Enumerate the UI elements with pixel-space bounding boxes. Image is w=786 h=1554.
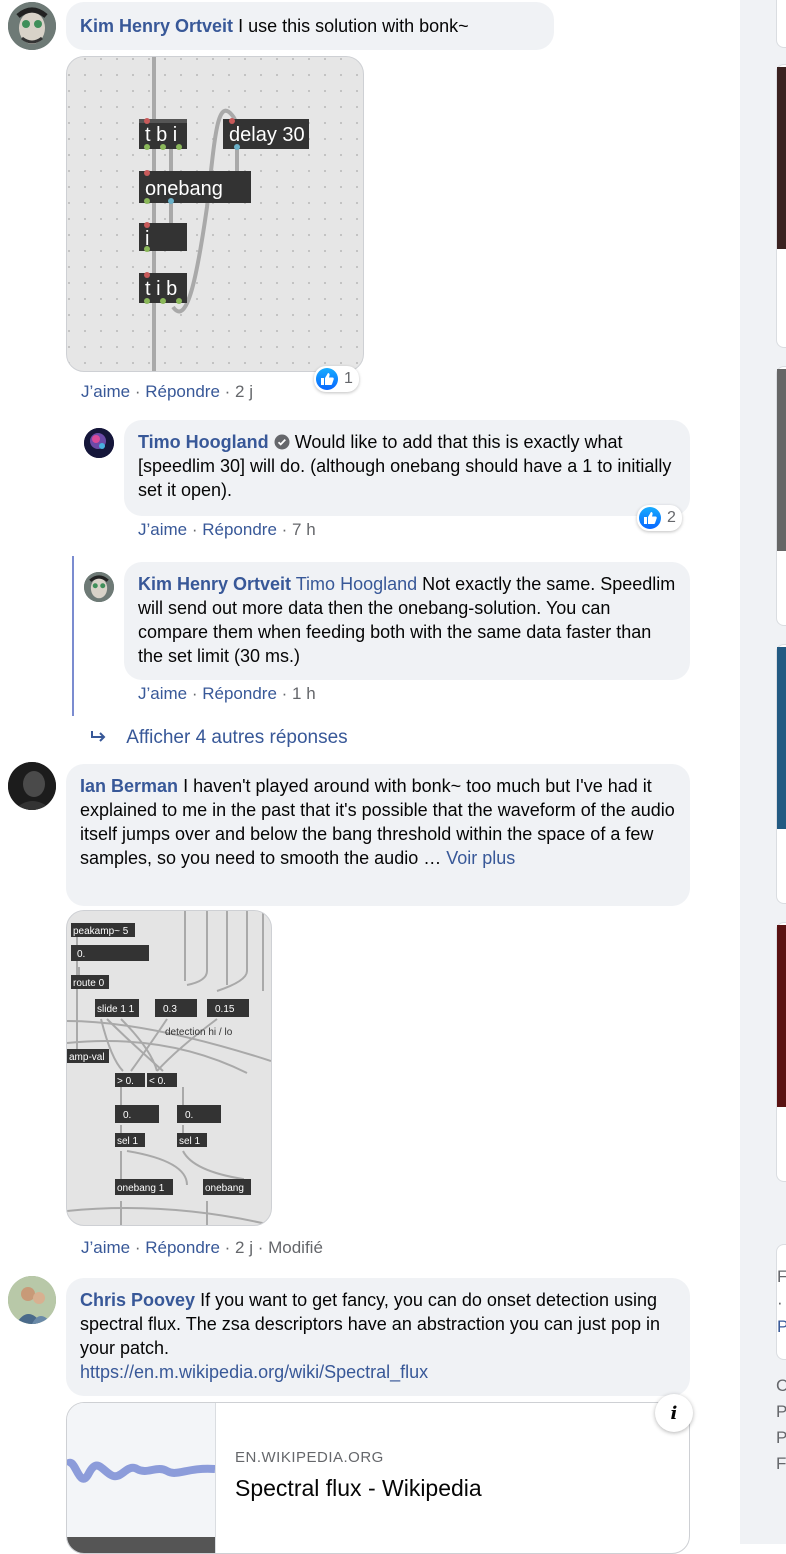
link-preview[interactable]: EN.WIKIPEDIA.ORG Spectral flux - Wikiped… [66, 1402, 690, 1554]
max-patch-image: peakamp~ 5 0. route 0 slide 1 1 0.3 0.15… [67, 911, 271, 1225]
comment-author[interactable]: Kim Henry Ortveit [138, 574, 291, 594]
patch-object: onebang [205, 1183, 244, 1194]
avatar[interactable] [84, 428, 114, 458]
comment-bubble: Ian Berman I haven't played around with … [66, 764, 690, 906]
patch-object: onebang 1 [117, 1183, 165, 1194]
link-thumbnail [67, 1403, 216, 1553]
patch-object: 0.3 [163, 1004, 177, 1015]
info-icon: i [671, 1403, 678, 1423]
patch-object: sel 1 [179, 1136, 201, 1147]
sidebar-snippet: F [776, 1454, 786, 1473]
comment-author[interactable]: Kim Henry Ortveit [80, 16, 233, 36]
mention-link[interactable]: Timo Hoogland [296, 574, 417, 594]
verified-badge-icon [274, 434, 290, 450]
max-patch-image: t b i delay 30 onebang i t i b [67, 57, 363, 371]
comment-author[interactable]: Ian Berman [80, 776, 178, 796]
avatar-face-icon [8, 2, 56, 50]
reply-link[interactable]: Répondre [202, 684, 277, 703]
avatar[interactable] [8, 762, 56, 810]
reaction-count[interactable]: 1 [314, 366, 359, 392]
comment-actions: J’aime · Répondre · 1 h [138, 684, 316, 703]
comment-bubble: Kim Henry Ortveit I use this solution wi… [66, 2, 554, 50]
reply-link[interactable]: Répondre [145, 1238, 220, 1257]
patch-object: t i b [145, 278, 177, 300]
avatar-face-icon [84, 428, 114, 458]
sidebar-snippet: · [777, 1293, 783, 1312]
comment-actions: J’aime · Répondre · 2 j [81, 382, 253, 401]
sidebar-snippet: F [777, 1267, 786, 1286]
patch-object: 0. [123, 1110, 131, 1121]
patch-object: amp-val [69, 1052, 105, 1063]
reply-link[interactable]: Répondre [145, 382, 220, 401]
reply-arrow-icon [91, 731, 106, 742]
comment-author[interactable]: Chris Poovey [80, 1290, 195, 1310]
sidebar-card[interactable] [776, 64, 786, 348]
comment-actions: J’aime · Répondre · 7 h [138, 520, 316, 539]
patch-object: peakamp~ 5 [73, 926, 129, 937]
link-domain: EN.WIKIPEDIA.ORG [235, 1449, 384, 1466]
like-link[interactable]: J’aime [138, 684, 187, 703]
patch-object: t b i [145, 124, 177, 146]
patch-comment: detection hi / lo [165, 1027, 233, 1038]
patch-object: 0. [185, 1110, 193, 1121]
patch-object: sel 1 [117, 1136, 139, 1147]
comment-text: I use this solution with bonk~ [238, 16, 469, 36]
svg-text:i: i [671, 1403, 678, 1423]
patch-object: route 0 [73, 978, 105, 989]
link-title[interactable]: Spectral flux - Wikipedia [235, 1475, 482, 1502]
sidebar-snippet: P [777, 1317, 786, 1336]
thumbs-up-icon [639, 507, 661, 529]
patch-object: > 0. [117, 1076, 134, 1087]
spectral-flux-thumbnail-icon [67, 1458, 216, 1553]
comment-author[interactable]: Timo Hoogland [138, 432, 269, 452]
more-replies-link[interactable]: Afficher 4 autres réponses [90, 727, 348, 749]
comment-image[interactable]: t b i delay 30 onebang i t i b [66, 56, 364, 372]
comment-bubble: Timo Hoogland Would like to add that thi… [124, 420, 690, 516]
patch-object: < 0. [149, 1076, 166, 1087]
sidebar-card[interactable] [776, 0, 786, 48]
thumbs-up-icon [316, 368, 338, 390]
patch-object: i [145, 228, 149, 250]
sidebar-card[interactable] [776, 922, 786, 1182]
reaction-count[interactable]: 2 [637, 505, 682, 531]
patch-object: 0. [77, 949, 85, 960]
see-more-link[interactable]: Voir plus [446, 848, 515, 868]
sidebar-snippet: P [776, 1428, 786, 1447]
timestamp[interactable]: 2 j [235, 382, 253, 401]
avatar-face-icon [8, 1276, 56, 1324]
thread-line [72, 556, 74, 716]
timestamp[interactable]: 7 h [292, 520, 316, 539]
sidebar-snippet: P [776, 1402, 786, 1421]
avatar[interactable] [8, 1276, 56, 1324]
avatar[interactable] [8, 2, 56, 50]
info-button[interactable]: i [655, 1394, 693, 1432]
avatar[interactable] [84, 572, 114, 602]
patch-object: slide 1 1 [97, 1004, 135, 1015]
comment-bubble: Chris Poovey If you want to get fancy, y… [66, 1278, 690, 1396]
patch-object: delay 30 [229, 124, 305, 146]
avatar-face-icon [8, 762, 56, 810]
like-link[interactable]: J’aime [81, 1238, 130, 1257]
comment-image[interactable]: peakamp~ 5 0. route 0 slide 1 1 0.3 0.15… [66, 910, 272, 1226]
reply-link[interactable]: Répondre [202, 520, 277, 539]
comment-actions: J’aime · Répondre · 2 j · Modifié [81, 1238, 323, 1257]
like-link[interactable]: J’aime [138, 520, 187, 539]
timestamp[interactable]: 2 j [235, 1238, 253, 1257]
url-link[interactable]: https://en.m.wikipedia.org/wiki/Spectral… [80, 1362, 428, 1382]
sidebar-card[interactable] [776, 366, 786, 626]
comment-bubble: Kim Henry Ortveit Timo Hoogland Not exac… [124, 562, 690, 680]
avatar-face-icon [84, 572, 114, 602]
patch-object: 0.15 [215, 1004, 235, 1015]
like-link[interactable]: J’aime [81, 382, 130, 401]
timestamp[interactable]: 1 h [292, 684, 316, 703]
edited-label[interactable]: Modifié [268, 1238, 323, 1257]
sidebar-snippet: C [776, 1376, 786, 1395]
patch-object: onebang [145, 178, 223, 200]
sidebar-card[interactable] [776, 644, 786, 904]
sidebar-card[interactable]: F · P [776, 1244, 786, 1360]
